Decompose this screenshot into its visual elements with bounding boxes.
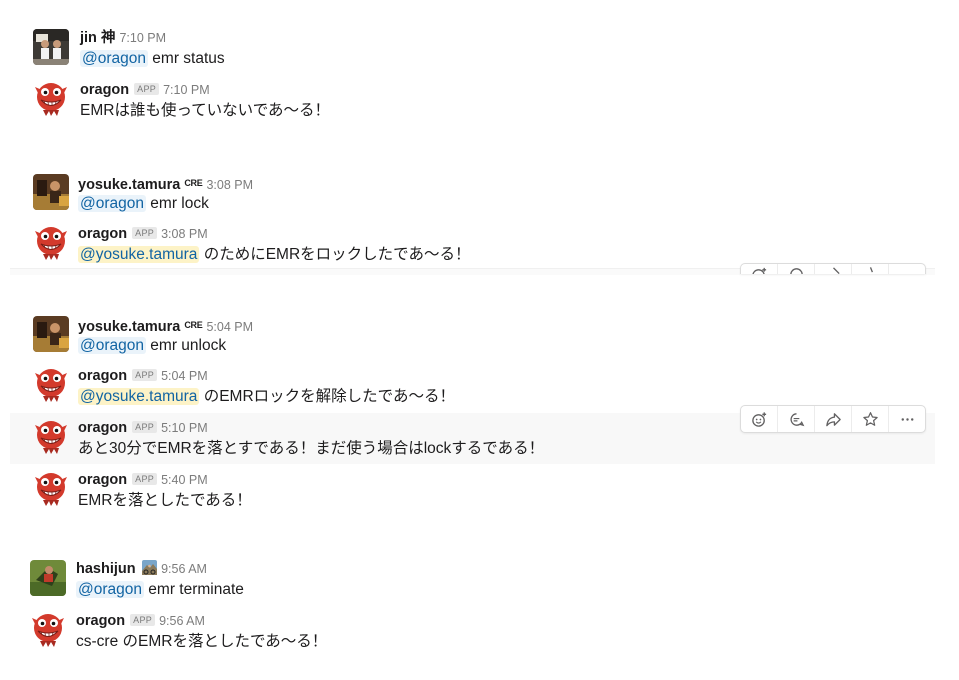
app-badge: APP [132,421,158,433]
message-header: oragon APP 7:10 PM [80,81,210,99]
sender-name[interactable]: hashijun [76,561,136,577]
mention[interactable]: @oragon [78,195,146,212]
message-body: emr terminate [144,581,244,598]
timestamp[interactable]: 7:10 PM [163,83,210,97]
timestamp[interactable]: 3:08 PM [161,227,208,241]
avatar[interactable] [30,560,66,596]
message-header: oragon APP 3:08 PM [78,225,208,243]
timestamp[interactable]: 5:40 PM [161,473,208,487]
sender-name[interactable]: yosuke.tamura [78,177,180,193]
message-body: cs-cre のEMRを落としたであ〜る！ [76,633,328,650]
message-body: emr unlock [146,337,227,354]
message-row: yosuke.tamura CRE 3:08 PM @oragon emr lock [33,174,433,212]
message-body: のEMRロックを解除したであ〜る！ [199,388,456,405]
avatar[interactable] [33,174,69,210]
message-row: hashijun 9:56 AM @oragon emr terminate [30,560,430,598]
message-header: hashijun 9:56 AM [76,560,207,578]
message-row: oragon APP 3:08 PM @yosuke.tamura のためにEMRを… [33,225,533,263]
message-header: oragon APP 5:10 PM [78,419,208,437]
avatar[interactable] [33,471,69,507]
message-text: @oragon emr status [80,48,225,69]
message-row: oragon APP 7:10 PM EMRは誰も使っていないであ〜る！ [33,81,433,119]
avatar[interactable] [30,612,66,648]
message-header: yosuke.tamura CRE 3:08 PM [78,174,253,193]
sender-name[interactable]: oragon [78,226,127,242]
avatar[interactable] [33,225,69,261]
avatar[interactable] [33,419,69,455]
timestamp[interactable]: 3:08 PM [206,178,253,192]
timestamp[interactable]: 5:04 PM [161,369,208,383]
timestamp[interactable]: 7:10 PM [119,31,166,45]
timestamp[interactable]: 5:10 PM [161,421,208,435]
avatar[interactable] [33,316,69,352]
sender-name[interactable]: oragon [80,82,129,98]
app-badge: APP [134,83,160,95]
avatar[interactable] [33,29,69,65]
custom-tag: CRE [184,178,203,188]
sender-name[interactable]: oragon [76,613,125,629]
message-body: あと30分でEMRを落とすである！まだ使う場合はlockするである！ [78,440,545,457]
avatar[interactable] [33,81,69,117]
message-body: のためにEMRをロックしたであ〜る！ [199,246,471,263]
message-body: EMRは誰も使っていないであ〜る！ [80,102,331,119]
star-icon[interactable] [851,264,888,274]
message-actions-toolbar [740,405,926,433]
share-message-icon[interactable] [814,406,851,432]
message-text: @oragon emr unlock [78,335,226,356]
message-actions-toolbar [740,263,926,274]
mention[interactable]: @oragon [78,337,146,354]
sender-name[interactable]: oragon [78,420,127,436]
message-header: jin 神 7:10 PM [80,29,166,47]
message-header: oragon APP 5:40 PM [78,471,208,489]
message-header: oragon APP 5:04 PM [78,367,208,385]
message-row: oragon APP 9:56 AM cs-cre のEMRを落としたであ〜る！ [30,612,430,650]
message-body: emr status [148,50,225,67]
message-row: oragon APP 5:04 PM @yosuke.tamura のEMRロックを… [33,367,533,405]
message-text: @oragon emr lock [78,193,209,214]
sender-name[interactable]: oragon [78,368,127,384]
sender-name[interactable]: yosuke.tamura [78,319,180,335]
sender-name[interactable]: jin 神 [80,30,115,46]
timestamp[interactable]: 5:04 PM [206,320,253,334]
message-row: yosuke.tamura CRE 5:04 PM @oragon emr unlo… [33,316,433,354]
mention[interactable]: @oragon [80,50,148,67]
avatar[interactable] [33,367,69,403]
message-text: cs-cre のEMRを落としたであ〜る！ [76,631,327,652]
mention[interactable]: @yosuke.tamura [78,388,200,405]
custom-tag: CRE [184,320,203,330]
sender-name[interactable]: oragon [78,472,127,488]
add-reaction-icon[interactable] [741,264,777,274]
mountain-bike-emoji-icon [142,560,158,575]
timestamp[interactable]: 9:56 AM [159,614,205,628]
message-text: @oragon emr terminate [76,579,244,600]
message-body: emr lock [146,195,209,212]
app-badge: APP [130,614,156,626]
message-text: @yosuke.tamura のEMRロックを解除したであ〜る！ [78,386,455,407]
app-badge: APP [132,473,158,485]
app-badge: APP [132,227,158,239]
message-text: EMRを落としたである！ [78,490,252,511]
more-actions-icon[interactable] [888,264,925,274]
message-row: oragon APP 5:40 PM EMRを落としたである！ [33,471,433,509]
message-header: yosuke.tamura CRE 5:04 PM [78,316,253,335]
share-message-icon[interactable] [814,264,851,274]
message-header: oragon APP 9:56 AM [76,612,205,630]
message-row[interactable]: oragon APP 5:10 PM あと30分でEMRを落とすである！まだ使う場合… [33,419,633,457]
message-body: EMRを落としたである！ [78,492,252,509]
message-text: @yosuke.tamura のためにEMRをロックしたであ〜る！ [78,244,471,265]
message-row: jin 神 7:10 PM @oragon emr status [33,29,433,67]
mention[interactable]: @oragon [76,581,144,598]
star-icon[interactable] [851,406,888,432]
more-actions-icon[interactable] [888,406,925,432]
app-badge: APP [132,369,158,381]
add-reaction-icon[interactable] [741,406,777,432]
reply-thread-icon[interactable] [777,264,814,274]
timestamp[interactable]: 9:56 AM [161,562,207,576]
reply-thread-icon[interactable] [777,406,814,432]
message-text: EMRは誰も使っていないであ〜る！ [80,100,330,121]
message-text: あと30分でEMRを落とすである！まだ使う場合はlockするである！ [78,438,544,459]
mention[interactable]: @yosuke.tamura [78,246,200,263]
